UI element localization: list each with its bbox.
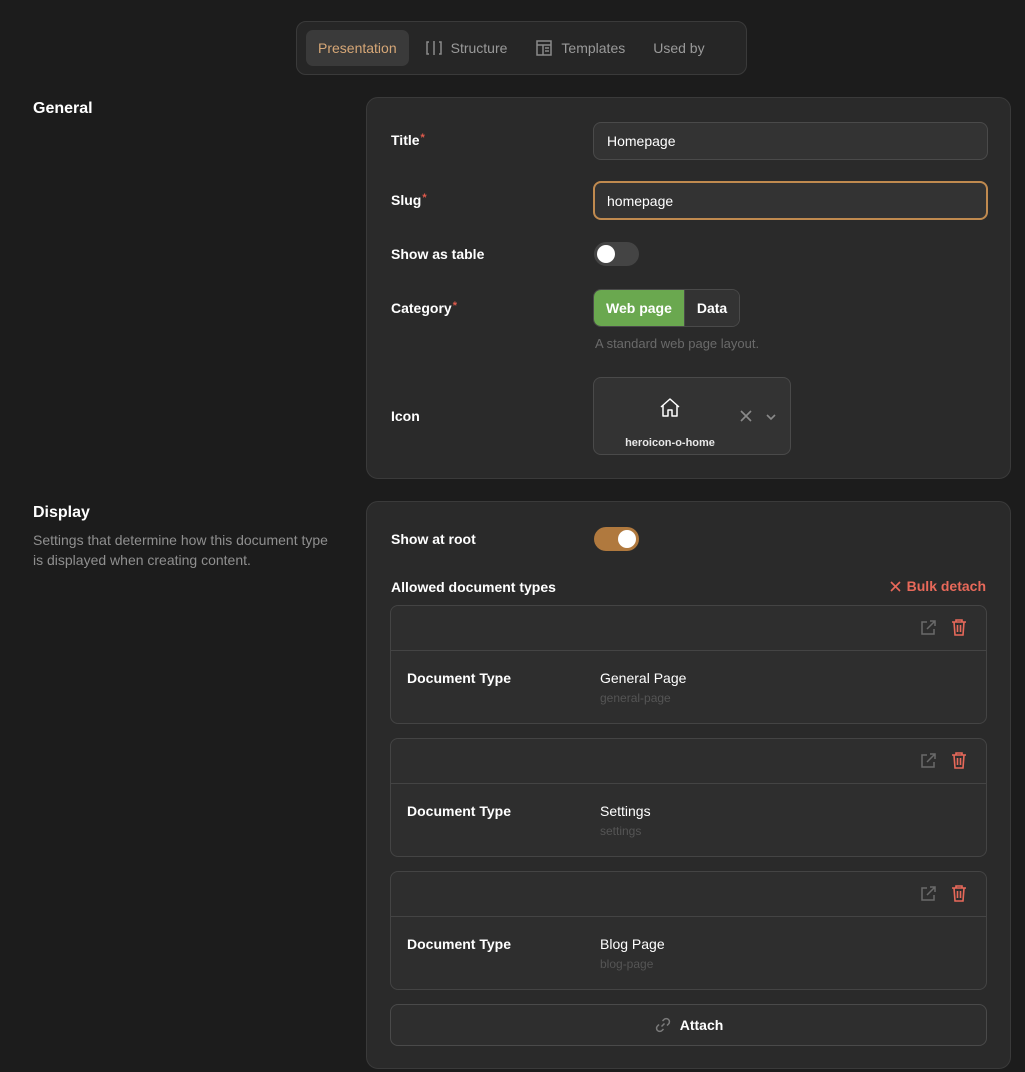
document-type-key: Document Type bbox=[407, 936, 511, 952]
trash-icon[interactable] bbox=[950, 884, 968, 903]
show-as-table-toggle[interactable] bbox=[594, 242, 639, 266]
general-heading: General bbox=[33, 100, 93, 117]
document-type-key: Document Type bbox=[407, 670, 511, 686]
category-label: Category* bbox=[391, 300, 457, 316]
tab-label: Presentation bbox=[318, 40, 397, 56]
tab-templates[interactable]: Templates bbox=[523, 30, 637, 66]
bulk-detach-button[interactable]: Bulk detach bbox=[890, 578, 986, 594]
tab-used-by[interactable]: Used by bbox=[641, 30, 716, 66]
tab-label: Used by bbox=[653, 40, 705, 56]
title-label: Title* bbox=[391, 132, 425, 148]
document-type-item: Document Type Blog Page blog-page bbox=[390, 871, 987, 990]
bulk-detach-label: Bulk detach bbox=[906, 578, 986, 594]
allowed-document-types-label: Allowed document types bbox=[391, 579, 556, 595]
show-at-root-label: Show at root bbox=[391, 531, 476, 547]
slug-label: Slug* bbox=[391, 192, 427, 208]
icon-picker[interactable]: heroicon-o-home bbox=[593, 377, 791, 455]
close-icon bbox=[890, 580, 901, 592]
tab-structure[interactable]: Structure bbox=[413, 30, 520, 66]
document-type-slug: blog-page bbox=[600, 957, 654, 971]
display-heading: Display bbox=[33, 504, 90, 521]
attach-button[interactable]: Attach bbox=[390, 1004, 987, 1046]
external-link-icon[interactable] bbox=[919, 619, 937, 637]
required-marker: * bbox=[452, 300, 457, 312]
clear-icon[interactable] bbox=[739, 409, 753, 423]
document-type-slug: general-page bbox=[600, 691, 671, 705]
category-selector: Web page Data bbox=[593, 289, 741, 327]
document-type-key: Document Type bbox=[407, 803, 511, 819]
toggle-knob bbox=[618, 530, 636, 548]
external-link-icon[interactable] bbox=[919, 752, 937, 770]
chevron-down-icon[interactable] bbox=[765, 411, 777, 423]
tab-label: Templates bbox=[561, 40, 626, 56]
show-at-root-toggle[interactable] bbox=[594, 527, 639, 551]
tab-label: Structure bbox=[450, 40, 508, 56]
document-type-item: Document Type General Page general-page bbox=[390, 605, 987, 724]
show-as-table-label: Show as table bbox=[391, 246, 485, 262]
trash-icon[interactable] bbox=[950, 751, 968, 770]
slug-label-text: Slug bbox=[391, 192, 422, 208]
tab-presentation[interactable]: Presentation bbox=[306, 30, 409, 66]
slug-input[interactable] bbox=[593, 181, 988, 220]
document-type-item-header bbox=[391, 606, 986, 651]
document-type-item: Document Type Settings settings bbox=[390, 738, 987, 857]
category-label-text: Category bbox=[391, 300, 452, 316]
icon-name: heroicon-o-home bbox=[625, 437, 715, 449]
external-link-icon[interactable] bbox=[919, 885, 937, 903]
general-card: Title* Slug* Show as table Category* Web… bbox=[366, 97, 1011, 479]
trash-icon[interactable] bbox=[950, 618, 968, 637]
category-option-data[interactable]: Data bbox=[683, 290, 740, 326]
document-type-name: Blog Page bbox=[600, 936, 665, 952]
document-type-item-header bbox=[391, 739, 986, 784]
template-icon bbox=[536, 40, 553, 56]
document-type-name: General Page bbox=[600, 670, 687, 686]
title-input[interactable] bbox=[593, 122, 988, 160]
attach-label: Attach bbox=[679, 1017, 724, 1033]
document-type-item-header bbox=[391, 872, 986, 917]
title-label-text: Title bbox=[391, 132, 420, 148]
required-marker: * bbox=[420, 132, 425, 144]
icon-label: Icon bbox=[391, 408, 420, 424]
home-icon bbox=[660, 398, 680, 417]
columns-icon bbox=[425, 41, 442, 55]
display-card: Show at root Allowed document types Bulk… bbox=[366, 501, 1011, 1069]
category-option-web-page[interactable]: Web page bbox=[594, 290, 684, 326]
document-type-name: Settings bbox=[600, 803, 651, 819]
document-type-slug: settings bbox=[600, 824, 642, 838]
display-description: Settings that determine how this documen… bbox=[33, 532, 328, 568]
toggle-knob bbox=[597, 245, 615, 263]
link-icon bbox=[655, 1017, 670, 1033]
required-marker: * bbox=[422, 192, 427, 204]
tab-bar: Presentation Structure Templates Used by bbox=[296, 21, 747, 75]
category-hint: A standard web page layout. bbox=[595, 336, 760, 351]
